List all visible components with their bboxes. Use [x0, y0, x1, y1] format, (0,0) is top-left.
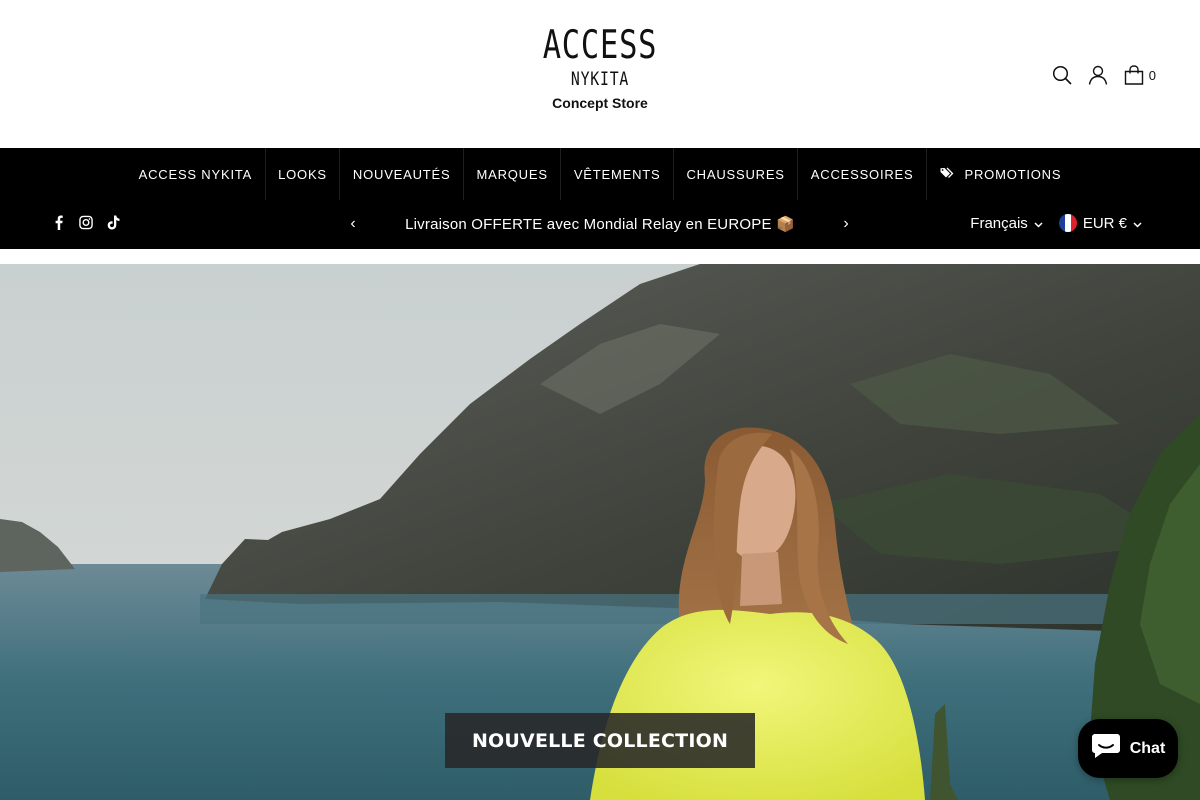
nav-item-label: ACCESS NYKITA: [138, 166, 253, 182]
nav-item-nouveautes[interactable]: NOUVEAUTÉS: [340, 148, 464, 200]
header-actions: 0: [1051, 62, 1156, 88]
cart-button[interactable]: 0: [1123, 64, 1156, 86]
logo-line-2: NYKITA: [570, 68, 630, 90]
language-selector[interactable]: Français: [970, 215, 1043, 232]
nav-item-promotions[interactable]: PROMOTIONS: [927, 148, 1074, 200]
nav-item-label: VÊTEMENTS: [573, 166, 661, 182]
main-nav: ACCESS NYKITA LOOKS NOUVEAUTÉS MARQUES V…: [0, 148, 1200, 200]
france-flag-icon: [1058, 214, 1077, 232]
instagram-icon[interactable]: [79, 214, 93, 230]
tiktok-icon[interactable]: [106, 214, 120, 230]
announcement-next-button[interactable]: ›: [838, 213, 854, 235]
language-value: Français: [970, 214, 1028, 232]
locale-selectors: Français EUR €: [970, 214, 1142, 232]
chevron-down-icon: [1133, 215, 1142, 232]
nav-item-looks[interactable]: LOOKS: [266, 148, 341, 200]
nav-item-label: PROMOTIONS: [964, 166, 1062, 182]
nav-item-marques[interactable]: MARQUES: [464, 148, 562, 200]
currency-selector[interactable]: EUR €: [1058, 214, 1142, 232]
user-icon[interactable]: [1087, 64, 1109, 86]
logo-line-1: ACCESS: [542, 23, 658, 68]
nouvelle-collection-button[interactable]: NOUVELLE COLLECTION: [445, 713, 755, 768]
search-icon[interactable]: [1051, 64, 1073, 86]
cart-icon: [1123, 64, 1145, 86]
chat-button[interactable]: Chat: [1078, 719, 1178, 778]
nav-item-vetements[interactable]: VÊTEMENTS: [561, 148, 674, 200]
nav-item-label: NOUVEAUTÉS: [352, 166, 451, 182]
facebook-icon[interactable]: [52, 214, 66, 230]
nav-item-label: LOOKS: [278, 166, 327, 182]
announcement-text: Livraison OFFERTE avec Mondial Relay en …: [405, 216, 795, 233]
hero-banner[interactable]: NOUVELLE COLLECTION: [0, 264, 1200, 800]
announcement-bar: ‹ Livraison OFFERTE avec Mondial Relay e…: [0, 200, 1200, 249]
social-links: [52, 214, 120, 230]
announcement-prev-button[interactable]: ‹: [345, 213, 361, 235]
nav-item-access-nykita[interactable]: ACCESS NYKITA: [126, 148, 266, 200]
nav-item-label: CHAUSSURES: [686, 166, 785, 182]
cart-count: 0: [1148, 67, 1156, 83]
chat-label: Chat: [1129, 739, 1166, 757]
logo-tagline: Concept Store: [552, 95, 648, 111]
site-header: ACCESS NYKITA Concept Store 0: [0, 0, 1200, 148]
nav-item-accessoires[interactable]: ACCESSOIRES: [798, 148, 927, 200]
nav-item-chaussures[interactable]: CHAUSSURES: [674, 148, 799, 200]
nav-item-label: MARQUES: [476, 166, 548, 182]
tag-icon: [940, 167, 955, 182]
chevron-down-icon: [1034, 215, 1043, 232]
store-logo[interactable]: ACCESS NYKITA Concept Store: [520, 24, 680, 120]
nav-item-label: ACCESSOIRES: [810, 166, 914, 182]
currency-value: EUR €: [1082, 214, 1127, 232]
chat-bubble-icon: [1091, 733, 1121, 764]
